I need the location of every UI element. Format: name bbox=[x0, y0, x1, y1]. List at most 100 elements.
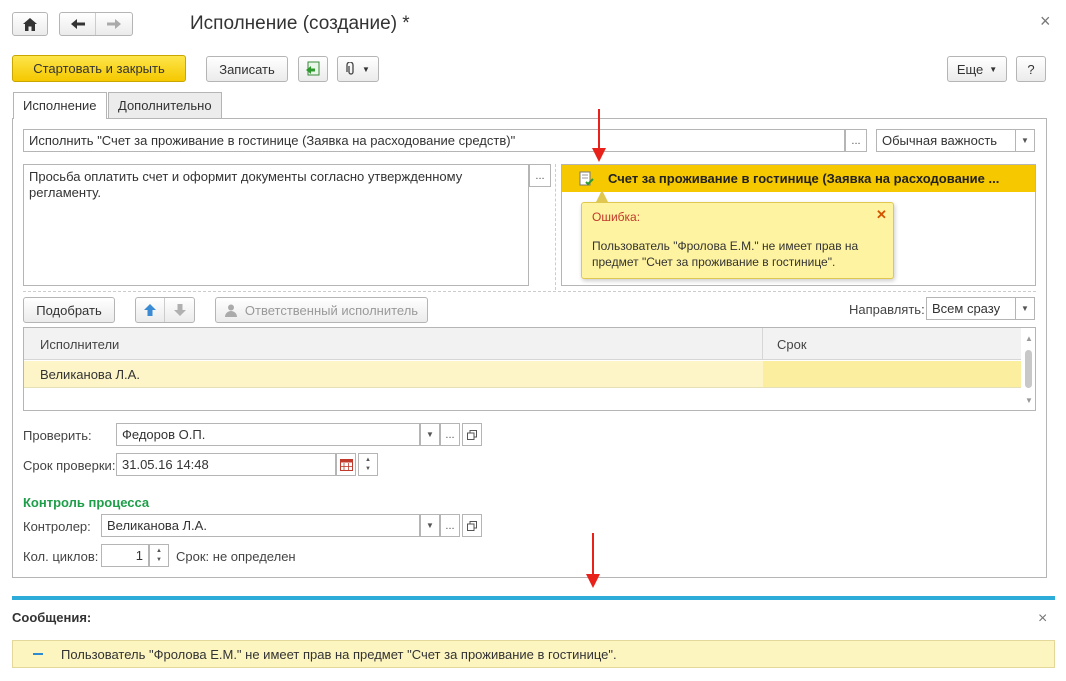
performers-table: Исполнители Срок Великанова Л.А. ▲ ▼ bbox=[23, 327, 1036, 411]
stepper-down-icon[interactable]: ▼ bbox=[365, 465, 371, 474]
chevron-down-icon: ▼ bbox=[989, 64, 998, 74]
start-and-close-button[interactable]: Стартовать и закрыть bbox=[12, 55, 186, 82]
pick-performers-button[interactable]: Подобрать bbox=[23, 297, 115, 323]
direct-field[interactable]: Всем сразу bbox=[926, 297, 1016, 320]
error-title: Ошибка: bbox=[592, 210, 641, 224]
term-text: Срок: не определен bbox=[176, 549, 296, 564]
column-header-deadline[interactable]: Срок bbox=[777, 337, 807, 352]
chevron-down-icon: ▼ bbox=[1021, 304, 1029, 313]
help-button[interactable]: ? bbox=[1016, 56, 1046, 82]
annotation-arrow-head-top bbox=[592, 148, 606, 162]
cycles-field[interactable]: 1 bbox=[101, 544, 149, 567]
minus-icon bbox=[33, 653, 43, 655]
chevron-down-icon: ▼ bbox=[1021, 136, 1029, 145]
annotation-arrow-shaft-top bbox=[598, 109, 600, 149]
controller-dropdown-button[interactable]: ▼ bbox=[420, 514, 440, 537]
chevron-down-icon: ▼ bbox=[426, 430, 434, 439]
calendar-icon bbox=[339, 458, 353, 471]
error-tooltip-pointer bbox=[596, 190, 608, 202]
document-check-icon bbox=[579, 171, 594, 185]
window-title: Исполнение (создание) * bbox=[190, 13, 410, 34]
panel-divider bbox=[555, 164, 556, 290]
cell-deadline[interactable] bbox=[763, 361, 1021, 387]
checker-field[interactable]: Федоров О.П. bbox=[116, 423, 420, 446]
checker-dropdown-button[interactable]: ▼ bbox=[420, 423, 440, 446]
subject-select-button[interactable]: ... bbox=[845, 129, 867, 152]
table-scrollbar[interactable]: ▲ ▼ bbox=[1022, 328, 1036, 410]
error-close-icon[interactable]: ✕ bbox=[876, 207, 887, 223]
checker-label: Проверить: bbox=[23, 428, 92, 443]
nav-buttons bbox=[59, 12, 133, 36]
save-button[interactable]: Записать bbox=[206, 56, 288, 82]
responsible-performer-label: Ответственный исполнитель bbox=[244, 302, 419, 318]
stepper-down-icon[interactable]: ▼ bbox=[156, 556, 162, 565]
cycles-label: Кол. циклов: bbox=[23, 549, 99, 564]
home-icon bbox=[23, 17, 37, 31]
controller-field[interactable]: Великанова Л.А. bbox=[101, 514, 420, 537]
stepper-up-icon[interactable]: ▲ bbox=[156, 547, 162, 556]
description-textarea[interactable]: Просьба оплатить счет и оформит документ… bbox=[23, 164, 529, 286]
attachments-dropdown-button[interactable]: ▼ bbox=[337, 56, 379, 82]
responsible-performer-button[interactable]: Ответственный исполнитель bbox=[215, 297, 428, 323]
error-message: Пользователь "Фролова Е.М." не имеет пра… bbox=[592, 239, 859, 269]
paperclip-icon bbox=[346, 62, 354, 75]
move-down-button[interactable] bbox=[165, 298, 194, 322]
messages-heading: Сообщения: bbox=[12, 610, 92, 625]
column-header-performers[interactable]: Исполнители bbox=[40, 337, 119, 352]
open-window-icon bbox=[467, 520, 477, 531]
importance-dropdown-button[interactable]: ▼ bbox=[1015, 129, 1035, 152]
messages-top-bar bbox=[12, 596, 1055, 600]
move-up-button[interactable] bbox=[136, 298, 165, 322]
arrow-down-icon bbox=[173, 304, 186, 316]
move-buttons bbox=[135, 297, 195, 323]
message-text: Пользователь "Фролова Е.М." не имеет пра… bbox=[61, 646, 617, 662]
annotation-arrow-shaft-bottom bbox=[592, 533, 594, 575]
importance-field[interactable]: Обычная важность bbox=[876, 129, 1016, 152]
deadline-stepper[interactable]: ▲ ▼ bbox=[358, 453, 378, 476]
messages-close-button[interactable]: × bbox=[1038, 610, 1047, 628]
subject-item-label: Счет за проживание в гостинице (Заявка н… bbox=[608, 171, 1000, 186]
check-deadline-field[interactable]: 31.05.16 14:48 bbox=[116, 453, 336, 476]
checker-select-button[interactable]: ... bbox=[440, 423, 460, 446]
tab-execution[interactable]: Исполнение bbox=[13, 92, 107, 119]
horizontal-divider bbox=[23, 291, 1036, 292]
cell-performer: Великанова Л.А. bbox=[40, 367, 140, 382]
person-icon bbox=[224, 304, 237, 317]
column-divider bbox=[762, 328, 763, 360]
document-arrow-icon bbox=[306, 61, 320, 76]
scroll-down-icon[interactable]: ▼ bbox=[1025, 396, 1033, 405]
description-edit-button[interactable]: ... bbox=[529, 164, 551, 187]
message-item[interactable]: Пользователь "Фролова Е.М." не имеет пра… bbox=[12, 640, 1055, 668]
direct-label: Направлять: bbox=[849, 302, 925, 317]
table-row[interactable]: Великанова Л.А. bbox=[24, 361, 1021, 388]
window-close-button[interactable]: × bbox=[1040, 11, 1051, 32]
direct-dropdown-button[interactable]: ▼ bbox=[1015, 297, 1035, 320]
table-header: Исполнители Срок bbox=[24, 328, 1021, 360]
chevron-down-icon: ▼ bbox=[362, 64, 370, 74]
tab-additional[interactable]: Дополнительно bbox=[108, 92, 222, 118]
back-button[interactable] bbox=[60, 13, 96, 35]
arrow-up-icon bbox=[144, 304, 156, 316]
home-button[interactable] bbox=[12, 12, 48, 36]
forward-button[interactable] bbox=[96, 13, 132, 35]
chevron-down-icon: ▼ bbox=[426, 521, 434, 530]
calendar-button[interactable] bbox=[336, 453, 356, 476]
arrow-left-icon bbox=[70, 19, 85, 29]
more-dropdown-button[interactable]: Еще ▼ bbox=[947, 56, 1007, 82]
cycles-stepper[interactable]: ▲ ▼ bbox=[149, 544, 169, 567]
check-deadline-label: Срок проверки: bbox=[23, 458, 116, 473]
arrow-right-icon bbox=[107, 19, 121, 29]
subject-field[interactable]: Исполнить "Счет за проживание в гостиниц… bbox=[23, 129, 845, 152]
process-control-heading: Контроль процесса bbox=[23, 495, 150, 510]
stepper-up-icon[interactable]: ▲ bbox=[365, 456, 371, 465]
checker-open-button[interactable] bbox=[462, 423, 482, 446]
post-document-button[interactable] bbox=[298, 56, 328, 82]
open-window-icon bbox=[467, 429, 477, 440]
scroll-up-icon[interactable]: ▲ bbox=[1025, 334, 1033, 343]
subject-item-row[interactable]: Счет за проживание в гостинице (Заявка н… bbox=[562, 165, 1035, 192]
controller-select-button[interactable]: ... bbox=[440, 514, 460, 537]
controller-label: Контролер: bbox=[23, 519, 91, 534]
more-label: Еще bbox=[956, 61, 984, 77]
controller-open-button[interactable] bbox=[462, 514, 482, 537]
scroll-thumb[interactable] bbox=[1025, 350, 1032, 388]
